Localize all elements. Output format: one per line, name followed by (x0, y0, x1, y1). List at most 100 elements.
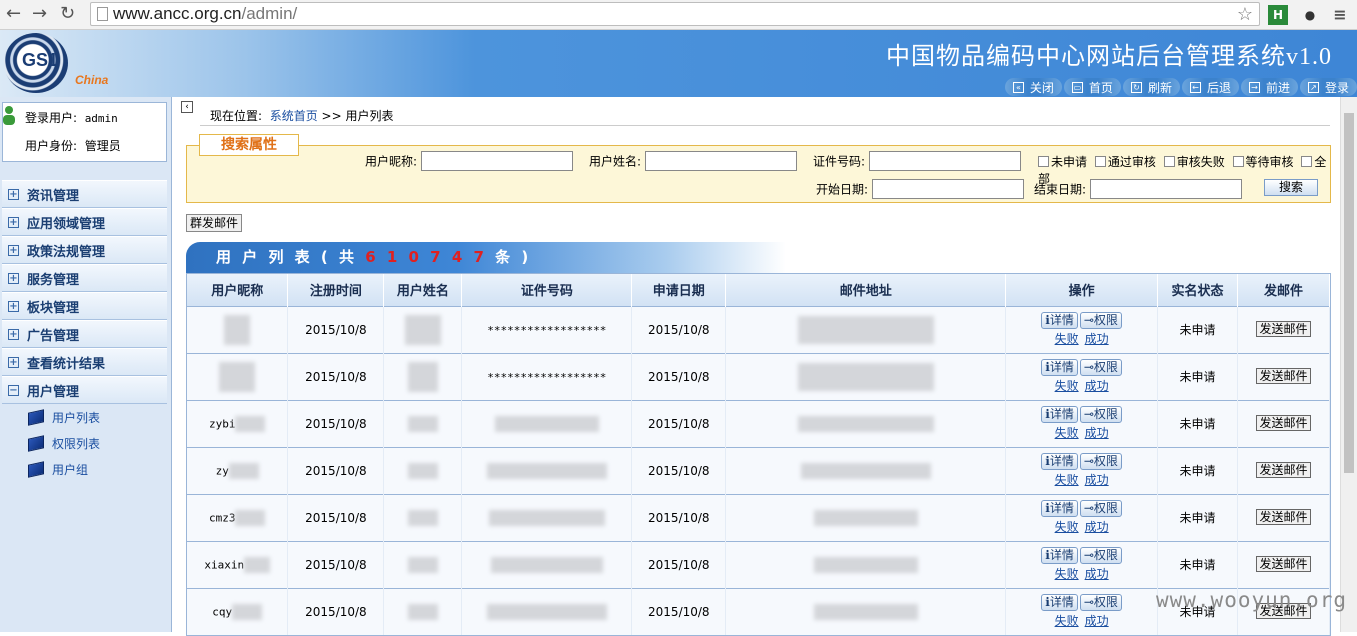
success-link[interactable]: 成功 (1085, 567, 1109, 581)
fail-link[interactable]: 失败 (1055, 473, 1079, 487)
cell-reg-time: 2015/10/8 (287, 587, 385, 635)
back-arrow-icon: ← (1189, 81, 1201, 93)
send-mail-button[interactable]: 发送邮件 (1256, 415, 1311, 431)
redacted-block (407, 462, 438, 479)
checkbox-approved[interactable] (1094, 156, 1106, 167)
fail-link[interactable]: 失败 (1055, 567, 1079, 581)
book-icon (28, 460, 44, 478)
name-input[interactable] (644, 151, 797, 171)
redacted-block (797, 362, 934, 391)
submenu-permission-list[interactable]: 权限列表 (2, 430, 167, 456)
permission-button[interactable]: ⊸权限 (1079, 500, 1122, 517)
forward-button[interactable]: → 前进 (1240, 78, 1298, 96)
send-mail-button[interactable]: 发送邮件 (1256, 368, 1311, 384)
idno-input[interactable] (868, 151, 1021, 171)
menu-item-service[interactable]: + 服务管理 (2, 264, 167, 292)
success-link[interactable]: 成功 (1085, 379, 1109, 393)
submenu-user-group[interactable]: 用户组 (2, 456, 167, 482)
close-button[interactable]: «关闭 (1004, 78, 1062, 96)
permission-button[interactable]: ⊸权限 (1079, 594, 1122, 612)
send-mail-button[interactable]: 发送邮件 (1256, 556, 1311, 572)
cell-realname-status: 未申请 (1157, 493, 1238, 541)
extension-h-icon[interactable]: H (1268, 5, 1288, 25)
menu-item-ads[interactable]: + 广告管理 (2, 320, 167, 348)
forward-icon[interactable]: → (32, 4, 47, 24)
checkbox-all[interactable] (1301, 156, 1313, 167)
back-button[interactable]: ← 后退 (1181, 78, 1239, 96)
extension-ninja-icon[interactable]: ● (1300, 5, 1320, 25)
detail-button[interactable]: ℹ详情 (1041, 547, 1078, 564)
sidebar-menu: + 资讯管理 + 应用领域管理 + 政策法规管理 + 服务管理 + 板块管理 + 广告管理 … (2, 180, 167, 482)
permission-button[interactable]: ⊸权限 (1079, 547, 1122, 564)
submenu-user-list[interactable]: 用户列表 (2, 404, 167, 430)
permission-button[interactable]: ⊸权限 (1079, 406, 1122, 423)
breadcrumb-current: 用户列表 (345, 109, 394, 123)
success-link[interactable]: 成功 (1085, 332, 1109, 346)
fail-link[interactable]: 失败 (1055, 379, 1079, 393)
reload-icon[interactable]: ↻ (60, 4, 75, 24)
permission-button[interactable]: ⊸权限 (1079, 453, 1122, 470)
list-title: 用 户 列 表 ( 共 6 1 0 7 4 7 条 ) (186, 242, 786, 273)
redacted-block (219, 361, 256, 392)
collapse-sidebar-icon[interactable]: ‹ (181, 101, 193, 113)
cell-name (383, 493, 463, 541)
cell-send-mail: 发送邮件 (1237, 540, 1330, 588)
fail-link[interactable]: 失败 (1055, 614, 1079, 628)
logo-text: GS1 (22, 50, 59, 70)
mass-mail-button[interactable]: 群发邮件 (186, 214, 243, 232)
address-bar[interactable]: www.ancc.org.cn/admin/ ☆ (90, 2, 1260, 26)
checkbox-rejected[interactable] (1163, 156, 1175, 167)
permission-button[interactable]: ⊸权限 (1079, 312, 1122, 329)
success-link[interactable]: 成功 (1085, 473, 1109, 487)
success-link[interactable]: 成功 (1085, 614, 1109, 628)
detail-button[interactable]: ℹ详情 (1041, 500, 1078, 517)
send-mail-button[interactable]: 发送邮件 (1256, 509, 1311, 525)
breadcrumb-home-link[interactable]: 系统首页 (270, 109, 318, 123)
fail-link[interactable]: 失败 (1055, 520, 1079, 534)
detail-button[interactable]: ℹ详情 (1041, 453, 1078, 470)
menu-item-section[interactable]: + 板块管理 (2, 292, 167, 320)
redacted-block (486, 603, 607, 620)
cell-email (725, 305, 1007, 353)
menu-item-users[interactable]: − 用户管理 (2, 376, 167, 404)
cell-actions: ℹ详情 ⊸权限 失败 成功 (1005, 352, 1159, 400)
expand-icon: + (8, 216, 19, 228)
checkbox-pending[interactable] (1232, 156, 1244, 167)
detail-button[interactable]: ℹ详情 (1041, 359, 1078, 376)
end-date-input[interactable] (1089, 179, 1242, 199)
search-button[interactable]: 搜索 (1264, 179, 1318, 196)
redacted-block (797, 415, 934, 432)
fail-link[interactable]: 失败 (1055, 332, 1079, 346)
back-icon[interactable]: ← (6, 4, 21, 24)
scrollbar-thumb[interactable] (1344, 113, 1354, 473)
login-button[interactable]: ↗ 登录 (1299, 78, 1357, 96)
nickname-input[interactable] (420, 151, 573, 171)
menu-item-stats[interactable]: + 查看统计结果 (2, 348, 167, 376)
success-link[interactable]: 成功 (1085, 520, 1109, 534)
menu-item-policy[interactable]: + 政策法规管理 (2, 236, 167, 264)
col-email: 邮件地址 (725, 274, 1007, 306)
send-mail-button[interactable]: 发送邮件 (1256, 462, 1311, 478)
detail-button[interactable]: ℹ详情 (1041, 312, 1078, 329)
home-button[interactable]: ▭ 首页 (1063, 78, 1121, 96)
redacted-block (235, 509, 266, 526)
col-realname-status: 实名状态 (1157, 274, 1238, 306)
book-icon (28, 434, 44, 452)
user-count: 6 1 0 7 4 7 (365, 248, 487, 266)
bookmark-star-icon[interactable]: ☆ (1237, 3, 1253, 25)
menu-item-news[interactable]: + 资讯管理 (2, 180, 167, 208)
fail-link[interactable]: 失败 (1055, 426, 1079, 440)
menu-item-application[interactable]: + 应用领域管理 (2, 208, 167, 236)
menu-icon[interactable]: ≡ (1330, 5, 1350, 25)
redacted-block (232, 603, 263, 620)
start-date-input[interactable] (871, 179, 1024, 199)
page-scrollbar[interactable] (1340, 97, 1357, 632)
send-mail-button[interactable]: 发送邮件 (1256, 321, 1311, 337)
system-title: 中国物品编码中心网站后台管理系统v1.0 (886, 44, 1332, 70)
success-link[interactable]: 成功 (1085, 426, 1109, 440)
detail-button[interactable]: ℹ详情 (1041, 594, 1078, 612)
permission-button[interactable]: ⊸权限 (1079, 359, 1122, 376)
checkbox-not-applied[interactable] (1038, 156, 1049, 167)
refresh-button[interactable]: ↻ 刷新 (1122, 78, 1180, 96)
detail-button[interactable]: ℹ详情 (1041, 406, 1078, 423)
